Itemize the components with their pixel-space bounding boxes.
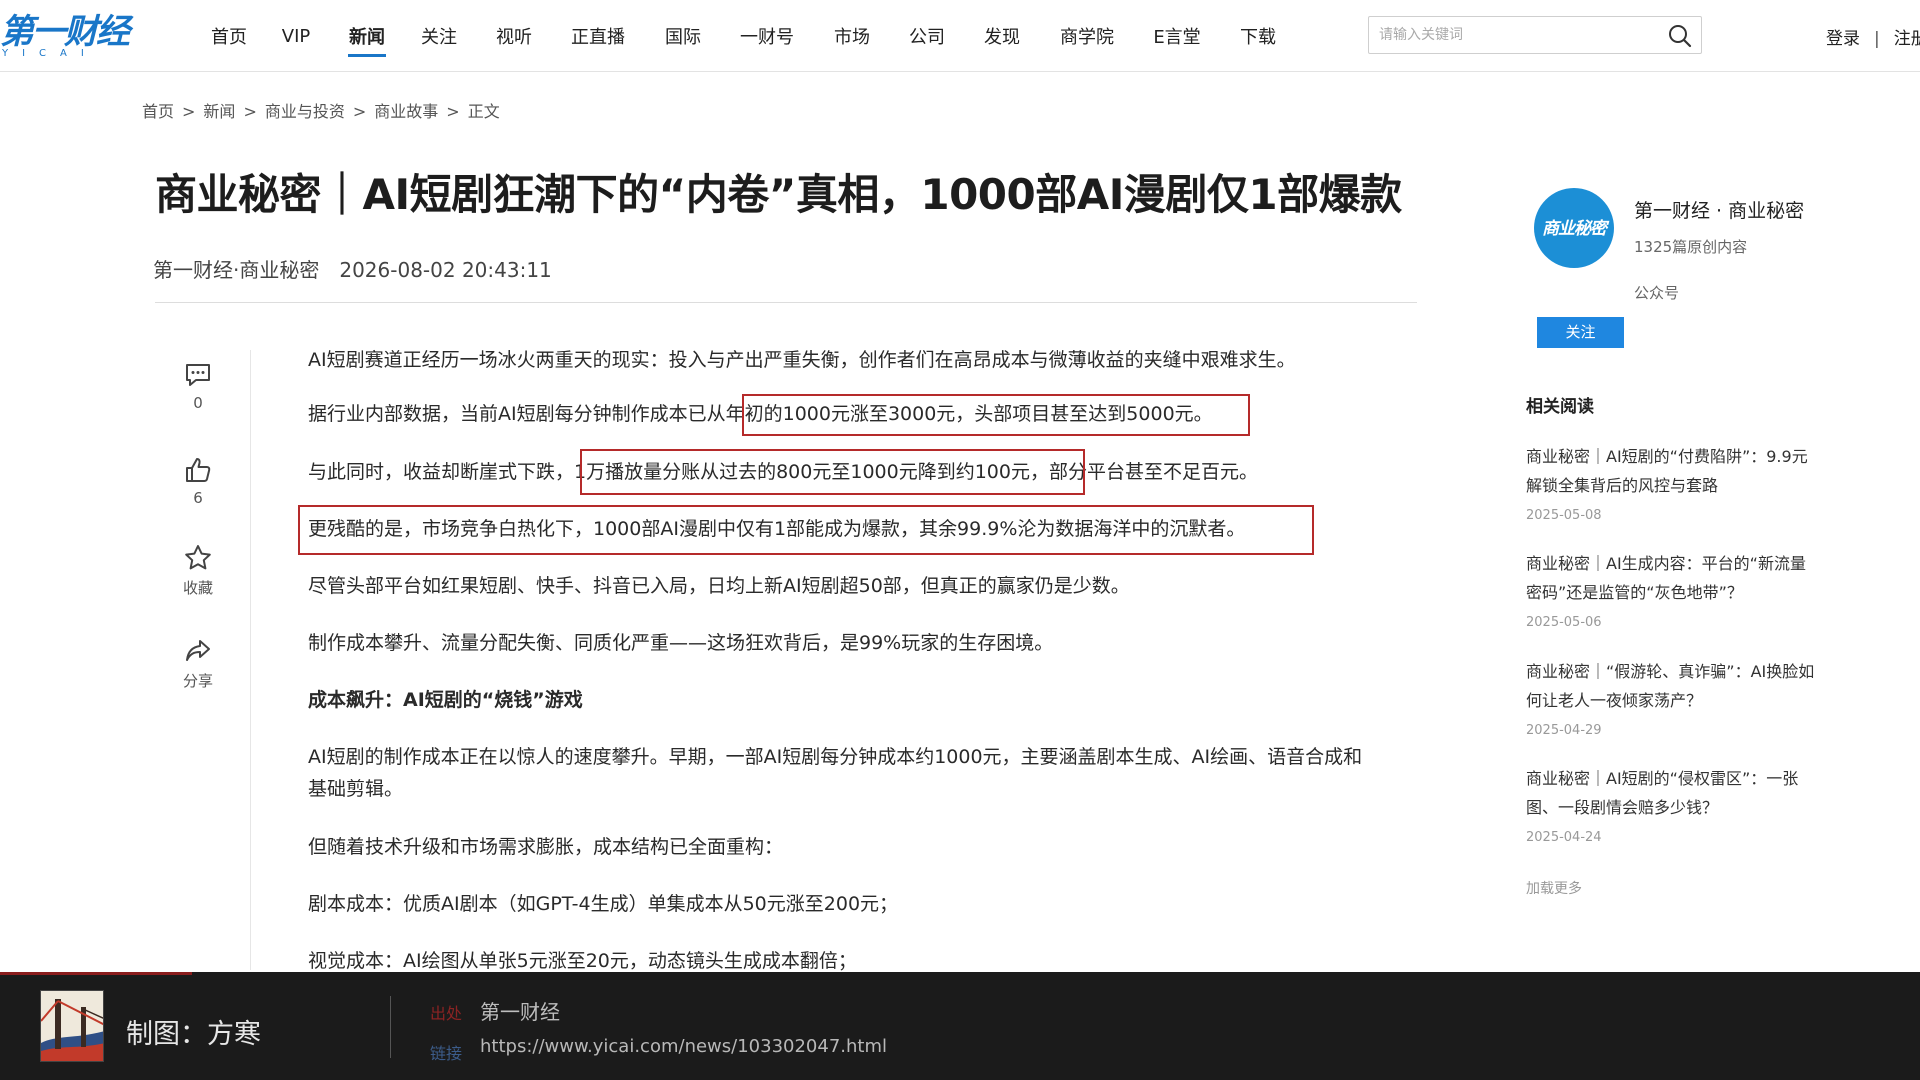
header-divider xyxy=(155,302,1417,303)
paragraph-9: 剧本成本：优质AI剧本（如GPT-4生成）单集成本从50元涨至200元； xyxy=(308,893,899,915)
nav-item-vip[interactable]: VIP xyxy=(279,26,313,47)
article-time: 2026-08-02 20:43:11 xyxy=(339,258,552,282)
nav-item-company[interactable]: 公司 xyxy=(908,23,946,49)
source-label: 出处 xyxy=(430,1004,463,1023)
paragraph-6: 制作成本攀升、流量分配失衡、同质化严重——这场狂欢背后，是99%玩家的生存困境。 xyxy=(308,632,1054,654)
related-item[interactable]: 商业秘密｜AI生成内容：平台的“新流量密码”还是监管的“灰色地带”？ 2025-… xyxy=(1526,549,1816,630)
related-reading-heading: 相关阅读 xyxy=(1526,397,1594,417)
login-link[interactable]: 登录 xyxy=(1826,29,1860,49)
link-url[interactable]: https://www.yicai.com/news/103302047.htm… xyxy=(480,1036,887,1057)
account-type: 公众号 xyxy=(1634,284,1680,302)
nav-item-live[interactable]: 正直播 xyxy=(570,23,626,49)
search-icon[interactable] xyxy=(1667,23,1693,49)
caption-bar: 制图：方寒 出处 第一财经 链接 https://www.yicai.com/n… xyxy=(0,972,1920,1080)
article-title: 商业秘密｜AI短剧狂潮下的“内卷”真相，1000部AI漫剧仅1部爆款 xyxy=(155,170,1402,219)
comment-count: 0 xyxy=(193,394,203,412)
logo-subtext: YICAI xyxy=(2,48,98,59)
share-button[interactable]: 分享 xyxy=(170,636,226,691)
highlight-box-revenue xyxy=(580,449,1085,495)
related-item-title[interactable]: 商业秘密｜“假游轮、真诈骗”：AI换脸如何让老人一夜倾家荡产？ xyxy=(1526,657,1816,715)
account-name[interactable]: 第一财经 · 商业秘密 xyxy=(1634,196,1804,223)
highlight-box-cost xyxy=(742,394,1250,436)
nav-item-e-yan-tang[interactable]: E言堂 xyxy=(1152,23,1202,49)
related-item-date: 2025-05-06 xyxy=(1526,615,1602,630)
nav-item-yicaihao[interactable]: 一财号 xyxy=(739,23,795,49)
logo-text: 第一财经 xyxy=(0,12,130,52)
follow-button[interactable]: 关注 xyxy=(1537,317,1624,348)
nav-item-international[interactable]: 国际 xyxy=(664,23,702,49)
caption-accent-line xyxy=(0,972,192,975)
link-label: 链接 xyxy=(430,1044,463,1063)
related-item-title[interactable]: 商业秘密｜AI短剧的“侵权雷区”：一张图、一段剧情会赔多少钱？ xyxy=(1526,764,1816,822)
related-item-date: 2025-04-29 xyxy=(1526,723,1602,738)
highlight-box-hit-rate xyxy=(298,505,1314,555)
star-icon xyxy=(185,545,211,570)
like-count: 6 xyxy=(193,489,203,507)
account-avatar[interactable]: 商业秘密 xyxy=(1534,188,1614,268)
breadcrumb-news[interactable]: 新闻 xyxy=(203,102,235,121)
breadcrumb-business[interactable]: 商业与投资 xyxy=(265,102,345,121)
register-link[interactable]: 注册 xyxy=(1894,29,1920,49)
nav-item-news[interactable]: 新闻 xyxy=(348,23,386,57)
yicai-logo[interactable]: 第一财经 YICAI xyxy=(0,12,132,59)
user-links-separator: | xyxy=(1874,29,1880,49)
nav-item-business-school[interactable]: 商学院 xyxy=(1058,23,1116,49)
related-item[interactable]: 商业秘密｜AI短剧的“付费陷阱”：9.9元解锁全集背后的风控与套路 2025-0… xyxy=(1526,442,1816,523)
share-label: 分享 xyxy=(182,672,213,690)
nav-item-home[interactable]: 首页 xyxy=(205,23,253,49)
paragraph-7: AI短剧的制作成本正在以惊人的速度攀升。早期，一部AI短剧每分钟成本约1000元… xyxy=(308,746,1363,800)
breadcrumb-stories[interactable]: 商业故事 xyxy=(374,102,438,121)
related-item-date: 2025-05-08 xyxy=(1526,508,1602,523)
illustration-thumbnail xyxy=(40,990,104,1062)
search-box xyxy=(1368,16,1702,54)
load-more-link[interactable]: 加载更多 xyxy=(1526,878,1582,898)
paragraph-5: 尽管头部平台如红果短剧、快手、抖音已入局，日均上新AI短剧超50部，但真正的赢家… xyxy=(308,575,1130,597)
nav-item-download[interactable]: 下载 xyxy=(1239,23,1277,49)
related-item[interactable]: 商业秘密｜“假游轮、真诈骗”：AI换脸如何让老人一夜倾家荡产？ 2025-04-… xyxy=(1526,657,1816,738)
nav-item-market[interactable]: 市场 xyxy=(833,23,871,49)
action-divider xyxy=(250,350,251,970)
source-value: 第一财经 xyxy=(480,1000,560,1024)
like-button[interactable]: 6 xyxy=(170,455,226,507)
share-icon xyxy=(186,640,210,661)
favorite-button[interactable]: 收藏 xyxy=(170,543,226,598)
nav-item-follow[interactable]: 关注 xyxy=(420,23,458,49)
main-nav: 首页 VIP 新闻 关注 视听 正直播 国际 一财号 市场 公司 发现 商学院 … xyxy=(205,0,1277,72)
breadcrumb-current: 正文 xyxy=(467,102,500,121)
article-meta: 第一财经·商业秘密 2026-08-02 20:43:11 xyxy=(153,254,552,283)
thumbs-up-icon xyxy=(186,458,211,482)
related-item-date: 2025-04-24 xyxy=(1526,830,1602,845)
search-input[interactable] xyxy=(1379,25,1649,45)
favorite-label: 收藏 xyxy=(182,579,213,597)
related-item-title[interactable]: 商业秘密｜AI生成内容：平台的“新流量密码”还是监管的“灰色地带”？ xyxy=(1526,549,1816,607)
related-item-title[interactable]: 商业秘密｜AI短剧的“付费陷阱”：9.9元解锁全集背后的风控与套路 xyxy=(1526,442,1816,500)
breadcrumb: 首页 > 新闻 > 商业与投资 > 商业故事 > 正文 xyxy=(142,102,500,121)
user-links: 登录 | 注册 xyxy=(1826,24,1920,49)
breadcrumb-home[interactable]: 首页 xyxy=(142,102,174,121)
section-heading: 成本飙升：AI短剧的“烧钱”游戏 xyxy=(308,689,583,711)
related-item[interactable]: 商业秘密｜AI短剧的“侵权雷区”：一张图、一段剧情会赔多少钱？ 2025-04-… xyxy=(1526,764,1816,845)
paragraph-1: AI短剧赛道正经历一场冰火两重天的现实：投入与产出严重失衡，创作者们在高昂成本与… xyxy=(308,349,1296,371)
paragraph-8: 但随着技术升级和市场需求膨胀，成本结构已全面重构： xyxy=(308,836,784,858)
nav-item-discover[interactable]: 发现 xyxy=(983,23,1021,49)
article-source[interactable]: 第一财经·商业秘密 xyxy=(153,258,319,282)
nav-item-video[interactable]: 视听 xyxy=(495,23,533,49)
account-article-count: 1325篇原创内容 xyxy=(1634,238,1748,256)
caption-divider xyxy=(390,996,391,1058)
comment-button[interactable]: 0 xyxy=(170,360,226,412)
top-navigation-bar: 第一财经 YICAI 首页 VIP 新闻 关注 视听 正直播 国际 一财号 市场… xyxy=(0,0,1920,72)
avatar-text: 商业秘密 xyxy=(1542,219,1607,239)
comment-icon xyxy=(186,364,210,386)
illustration-credit: 制图：方寒 xyxy=(126,1019,261,1050)
